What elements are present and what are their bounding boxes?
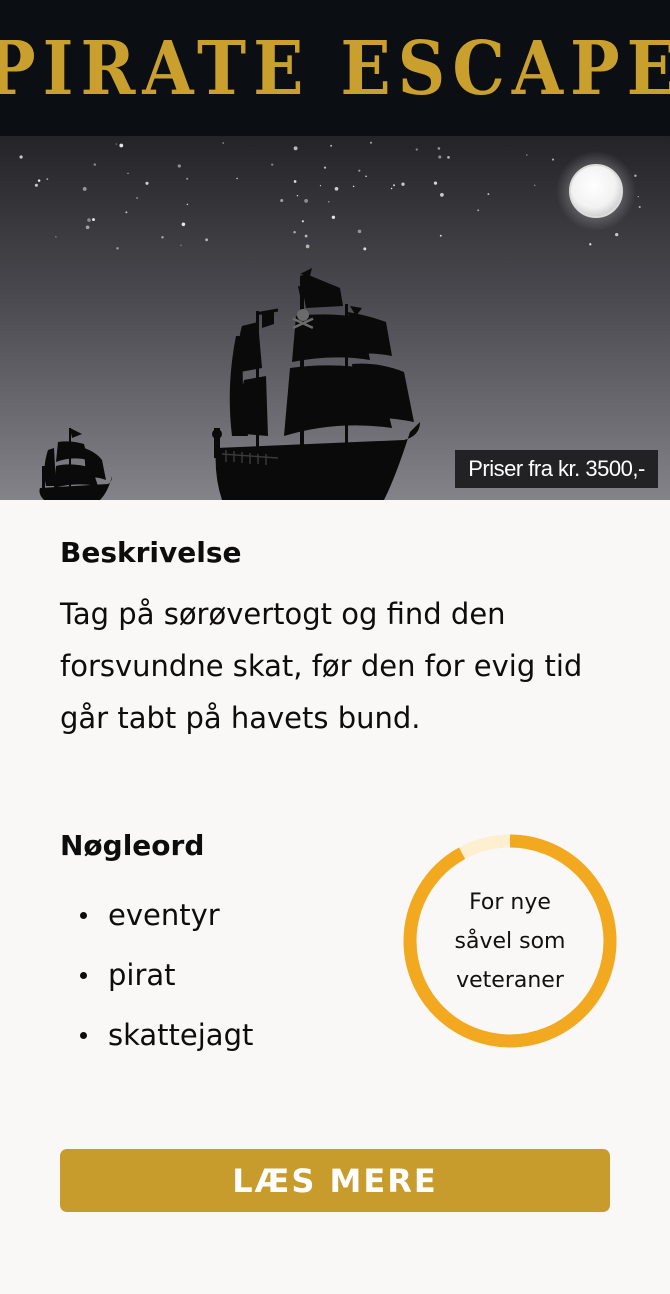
night-sea-scene — [19, 141, 641, 500]
star — [447, 156, 450, 159]
stars — [19, 141, 641, 251]
keyword-item: eventyr — [60, 886, 253, 946]
description-heading: Beskrivelse — [60, 536, 242, 569]
star — [116, 247, 119, 250]
star — [180, 244, 182, 246]
star — [82, 186, 87, 191]
description-text: Tag på sørøvertogt og find den forsvundn… — [60, 597, 583, 735]
star — [293, 180, 297, 183]
star — [236, 177, 238, 180]
star — [487, 193, 490, 196]
price-badge: Priser fra kr. 3500,- — [455, 450, 658, 488]
keywords-list: eventyr pirat skattejagt — [60, 886, 253, 1066]
star — [115, 143, 118, 145]
star — [438, 155, 442, 159]
star — [92, 218, 95, 222]
star — [34, 183, 38, 187]
star — [439, 234, 442, 237]
star — [119, 143, 124, 148]
star — [525, 154, 528, 156]
star — [136, 196, 139, 200]
star — [177, 164, 181, 168]
star — [46, 178, 49, 181]
star — [127, 172, 129, 175]
star — [363, 247, 367, 251]
star — [638, 205, 641, 209]
star — [637, 195, 639, 198]
star — [186, 203, 189, 206]
star — [330, 144, 333, 147]
star — [401, 182, 405, 186]
star — [440, 193, 444, 197]
star — [186, 177, 189, 180]
pirate-ship-icon — [212, 268, 420, 500]
small-ship-icon — [39, 428, 112, 500]
star — [161, 236, 164, 239]
star — [437, 147, 441, 150]
star — [334, 186, 339, 191]
star — [85, 225, 90, 230]
read-more-button[interactable]: LÆS MERE — [60, 1149, 610, 1212]
star — [634, 174, 637, 177]
star — [222, 142, 224, 144]
star — [271, 163, 274, 166]
star — [358, 169, 361, 172]
star — [615, 232, 619, 237]
star — [533, 184, 536, 187]
page-title: Pirate Escape — [0, 24, 670, 112]
star — [352, 185, 355, 188]
star — [205, 238, 209, 242]
star — [327, 200, 330, 203]
star — [87, 218, 91, 222]
star — [296, 194, 299, 197]
star — [551, 158, 555, 161]
star — [415, 148, 418, 151]
star — [319, 184, 322, 187]
star — [589, 243, 592, 246]
star — [365, 175, 367, 178]
star — [357, 229, 362, 234]
star — [293, 230, 296, 234]
star — [433, 181, 438, 185]
star — [145, 181, 149, 185]
star — [181, 222, 186, 227]
star — [19, 155, 23, 159]
audience-ring-label: For nye såvel som veteraner — [454, 889, 566, 993]
star — [55, 236, 57, 238]
star — [93, 163, 97, 166]
star — [305, 244, 310, 249]
audience-ring: For nye såvel som veteraner — [402, 833, 618, 1049]
star — [369, 141, 373, 144]
star — [125, 211, 128, 214]
star — [280, 198, 284, 203]
star — [37, 179, 41, 182]
keyword-item: pirat — [60, 946, 253, 1006]
moon — [569, 164, 623, 218]
star — [393, 184, 395, 187]
star — [390, 187, 393, 190]
star — [477, 209, 480, 212]
star — [301, 220, 304, 223]
keyword-item: skattejagt — [60, 1006, 253, 1066]
star — [304, 199, 308, 203]
page-header: Pirate Escape — [0, 0, 670, 136]
star — [293, 146, 298, 151]
star — [323, 166, 327, 169]
star — [331, 215, 336, 219]
hero-image: Priser fra kr. 3500,- — [0, 136, 670, 500]
keywords-heading: Nøgleord — [60, 829, 205, 862]
star — [304, 234, 308, 238]
